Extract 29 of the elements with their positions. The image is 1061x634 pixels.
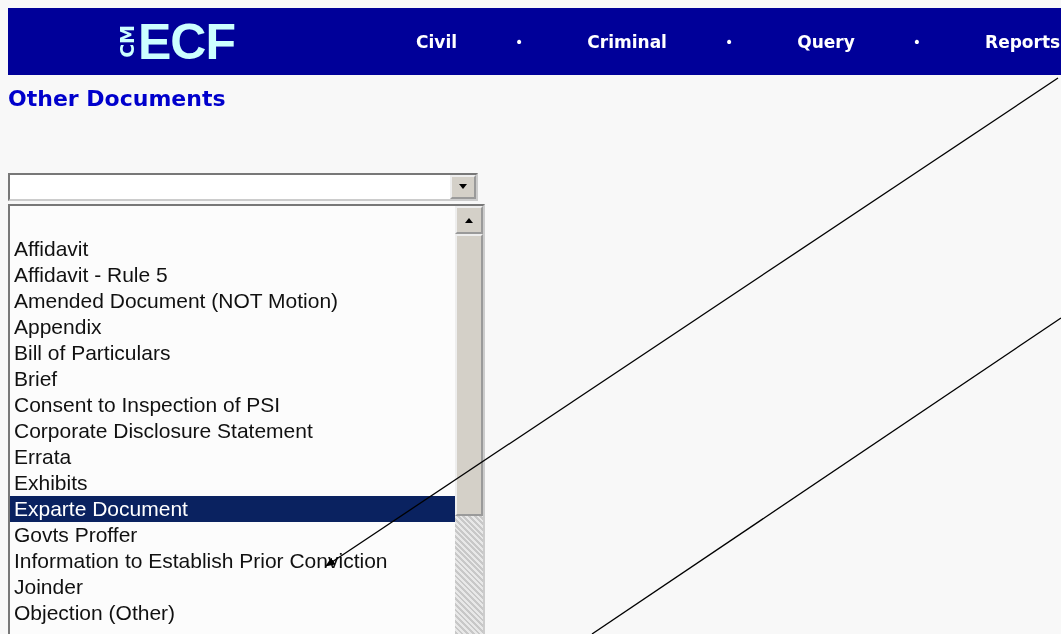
list-option[interactable]: Affidavit	[10, 236, 455, 262]
nav-link[interactable]: Reports	[985, 31, 1061, 52]
dropdown-field[interactable]	[8, 173, 478, 201]
list-option[interactable]: Errata	[10, 444, 455, 470]
nav-link[interactable]: Criminal	[587, 31, 667, 52]
nav-separator: •	[724, 33, 734, 50]
list-option[interactable]: Govts Proffer	[10, 522, 455, 548]
list-option[interactable]: Joinder	[10, 574, 455, 600]
scrollbar-thumb[interactable]	[455, 234, 483, 516]
nav-link[interactable]: Civil	[416, 31, 458, 52]
page-title: Other Documents	[8, 85, 227, 113]
list-box[interactable]	[8, 204, 485, 634]
list-option[interactable]: Amended Document (NOT Motion)	[10, 288, 455, 314]
list-option[interactable]: Consent to Inspection of PSI	[10, 392, 455, 418]
nav-separator: •	[912, 33, 922, 50]
scroll-up-icon[interactable]	[455, 206, 483, 234]
scrollbar[interactable]	[455, 206, 483, 634]
nav-separator: •	[515, 33, 524, 50]
list-option[interactable]: Exhibits	[10, 470, 455, 496]
logo-small-text: CM	[116, 25, 138, 58]
list-option[interactable]: Bill of Particulars	[10, 340, 455, 366]
list-option[interactable]: Appendix	[10, 314, 455, 340]
list-option[interactable]: Affidavit - Rule 5	[10, 262, 455, 288]
list-option[interactable]: Brief	[10, 366, 455, 392]
list-option[interactable]: Corporate Disclosure Statement	[10, 418, 455, 444]
list-option[interactable]: Exparte Document	[10, 496, 455, 522]
logo-text: ECF	[138, 13, 235, 70]
list-option[interactable]: Objection (Other)	[10, 600, 455, 626]
nav-link[interactable]: Query	[797, 31, 855, 52]
